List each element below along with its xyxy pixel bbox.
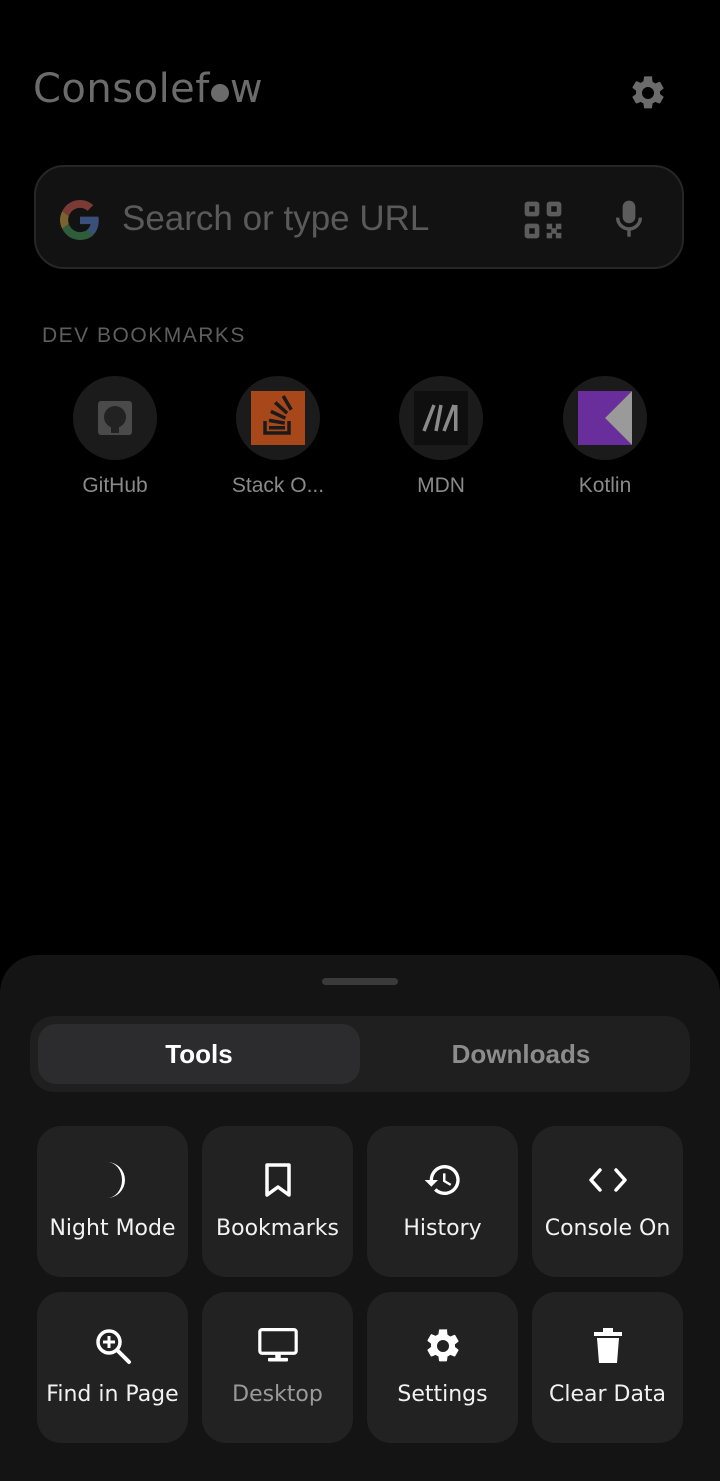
clear-data-button[interactable]: Clear Data [532, 1292, 683, 1443]
search-bar[interactable] [34, 165, 684, 269]
tool-label: Find in Page [46, 1382, 179, 1407]
bookmark-label: GitHub [82, 474, 148, 497]
tool-label: Night Mode [49, 1216, 176, 1241]
tool-label: Settings [397, 1382, 488, 1407]
monitor-icon [257, 1326, 298, 1366]
mdn-icon [399, 376, 483, 460]
history-icon [423, 1160, 463, 1200]
logo-text-right: w [229, 66, 264, 112]
settings-gear-icon[interactable] [628, 73, 668, 113]
bookmark-label: Kotlin [578, 474, 632, 497]
code-icon [588, 1160, 628, 1200]
logo-dot [210, 84, 229, 102]
console-toggle-button[interactable]: Console On [532, 1126, 683, 1277]
logo-text-left: Consolef [33, 66, 210, 112]
tool-label: Console On [544, 1216, 671, 1241]
tab-downloads[interactable]: Downloads [360, 1024, 682, 1084]
bookmark-mdn[interactable]: MDN [376, 376, 506, 498]
tools-bottom-sheet: Tools Downloads Night Mode Bookmarks His… [0, 955, 720, 1481]
tool-label: Bookmarks [216, 1216, 339, 1241]
github-icon [73, 376, 157, 460]
desktop-mode-button[interactable]: Desktop [202, 1292, 353, 1443]
microphone-icon[interactable] [612, 199, 646, 239]
bookmark-stackoverflow[interactable]: Stack O... [213, 376, 343, 498]
tab-tools[interactable]: Tools [38, 1024, 360, 1084]
bookmark-icon [258, 1160, 298, 1200]
sheet-tabs: Tools Downloads [30, 1016, 690, 1092]
bookmarks-button[interactable]: Bookmarks [202, 1126, 353, 1277]
app-logo: Consolef w [33, 64, 263, 114]
trash-icon [588, 1326, 628, 1366]
drag-handle[interactable] [322, 978, 398, 985]
settings-button[interactable]: Settings [367, 1292, 518, 1443]
tool-label: History [403, 1216, 482, 1241]
find-in-page-button[interactable]: Find in Page [37, 1292, 188, 1443]
bookmark-kotlin[interactable]: Kotlin [540, 376, 670, 498]
dev-bookmarks-heading: DEV BOOKMARKS [42, 324, 246, 347]
stackoverflow-icon [236, 376, 320, 460]
moon-icon [93, 1160, 133, 1200]
zoom-in-icon [93, 1326, 133, 1366]
history-button[interactable]: History [367, 1126, 518, 1277]
kotlin-icon [563, 376, 647, 460]
tool-label: Clear Data [548, 1382, 667, 1407]
gear-icon [423, 1326, 463, 1366]
bookmark-label: Stack O... [231, 474, 325, 497]
bookmark-github[interactable]: GitHub [50, 376, 180, 498]
bookmark-label: MDN [417, 474, 465, 497]
qr-code-icon[interactable] [521, 198, 565, 242]
tool-label: Desktop [232, 1382, 323, 1407]
night-mode-button[interactable]: Night Mode [37, 1126, 188, 1277]
google-icon [60, 200, 99, 240]
search-input[interactable] [122, 197, 482, 241]
